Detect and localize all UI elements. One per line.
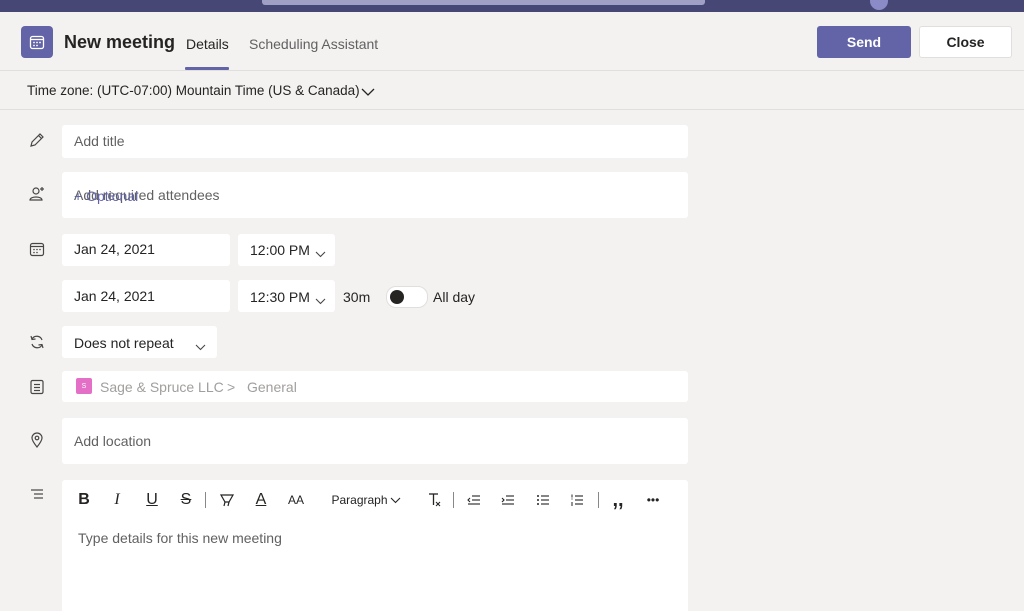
send-button[interactable]: Send — [817, 26, 911, 58]
toolbar-divider — [453, 492, 454, 508]
start-time-value: 12:00 PM — [250, 242, 310, 258]
details-editor[interactable]: B I U S A AA Paragraph ,, ••• Type detai… — [62, 480, 688, 611]
start-date-picker[interactable]: Jan 24, 2021 — [62, 234, 230, 266]
title-input[interactable]: Add title — [62, 125, 688, 158]
end-date-value: Jan 24, 2021 — [74, 288, 155, 304]
search-bar[interactable] — [262, 0, 705, 5]
all-day-label: All day — [433, 289, 476, 305]
details-icon — [28, 486, 46, 504]
increase-indent-icon[interactable] — [498, 488, 518, 512]
start-time-select[interactable]: 12:00 PM — [238, 234, 335, 266]
location-placeholder: Add location — [74, 433, 152, 449]
meeting-header: New meeting Details Scheduling Assistant… — [0, 12, 1024, 71]
location-input[interactable]: Add location — [62, 418, 688, 464]
breadcrumb-separator: > — [227, 379, 236, 395]
timezone-selector[interactable]: Time zone: (UTC-07:00) Mountain Time (US… — [27, 83, 360, 98]
chevron-down-icon — [195, 338, 206, 354]
avatar[interactable] — [870, 0, 888, 10]
add-person-icon — [28, 185, 46, 203]
repeat-icon — [28, 333, 46, 351]
title-placeholder: Add title — [74, 133, 125, 149]
teams-top-bar — [0, 0, 1024, 12]
decrease-indent-icon[interactable] — [464, 488, 484, 512]
optional-attendees-link[interactable]: + Optional — [74, 188, 678, 204]
quote-icon[interactable]: ,, — [608, 488, 628, 512]
all-day-toggle[interactable] — [386, 286, 428, 308]
toolbar-divider — [205, 492, 206, 508]
location-icon — [28, 431, 46, 449]
calendar-icon — [28, 240, 46, 258]
pencil-icon — [28, 131, 46, 149]
chevron-down-icon[interactable] — [389, 488, 401, 512]
highlight-icon[interactable] — [216, 488, 238, 512]
attendees-input[interactable]: Add required attendees + Optional — [62, 172, 688, 218]
calendar-icon — [21, 26, 53, 58]
paragraph-style-select[interactable]: Paragraph — [331, 488, 387, 512]
chevron-down-icon[interactable] — [361, 84, 375, 102]
strikethrough-button[interactable]: S — [176, 488, 196, 512]
underline-button[interactable]: U — [142, 488, 162, 512]
italic-button[interactable]: I — [107, 488, 127, 512]
timezone-bar: Time zone: (UTC-07:00) Mountain Time (US… — [0, 71, 1024, 110]
chevron-down-icon — [315, 245, 326, 261]
repeat-value: Does not repeat — [74, 335, 174, 351]
end-date-picker[interactable]: Jan 24, 2021 — [62, 280, 230, 312]
end-time-select[interactable]: 12:30 PM — [238, 280, 335, 312]
bulleted-list-icon[interactable] — [533, 488, 553, 512]
tab-scheduling-assistant[interactable]: Scheduling Assistant — [249, 36, 378, 52]
close-button[interactable]: Close — [919, 26, 1012, 58]
team-name: Sage & Spruce LLC — [100, 379, 224, 395]
numbered-list-icon[interactable] — [567, 488, 587, 512]
start-date-value: Jan 24, 2021 — [74, 241, 155, 257]
toolbar-divider — [598, 492, 599, 508]
repeat-select[interactable]: Does not repeat — [62, 326, 217, 358]
more-options-icon[interactable]: ••• — [642, 488, 664, 512]
font-size-button[interactable]: AA — [284, 488, 308, 512]
end-time-value: 12:30 PM — [250, 289, 310, 305]
tab-details[interactable]: Details — [186, 36, 229, 52]
clear-formatting-icon[interactable] — [424, 488, 444, 512]
channel-name: General — [247, 379, 297, 395]
active-tab-indicator — [185, 67, 229, 70]
font-color-button[interactable]: A — [251, 488, 271, 512]
toggle-knob — [390, 290, 404, 304]
page-title: New meeting — [64, 32, 176, 52]
team-avatar: S — [76, 378, 92, 394]
details-placeholder: Type details for this new meeting — [78, 530, 282, 546]
channel-icon — [28, 378, 46, 396]
bold-button[interactable]: B — [74, 488, 94, 512]
chevron-down-icon — [315, 292, 326, 308]
duration-label: 30m — [343, 289, 371, 305]
